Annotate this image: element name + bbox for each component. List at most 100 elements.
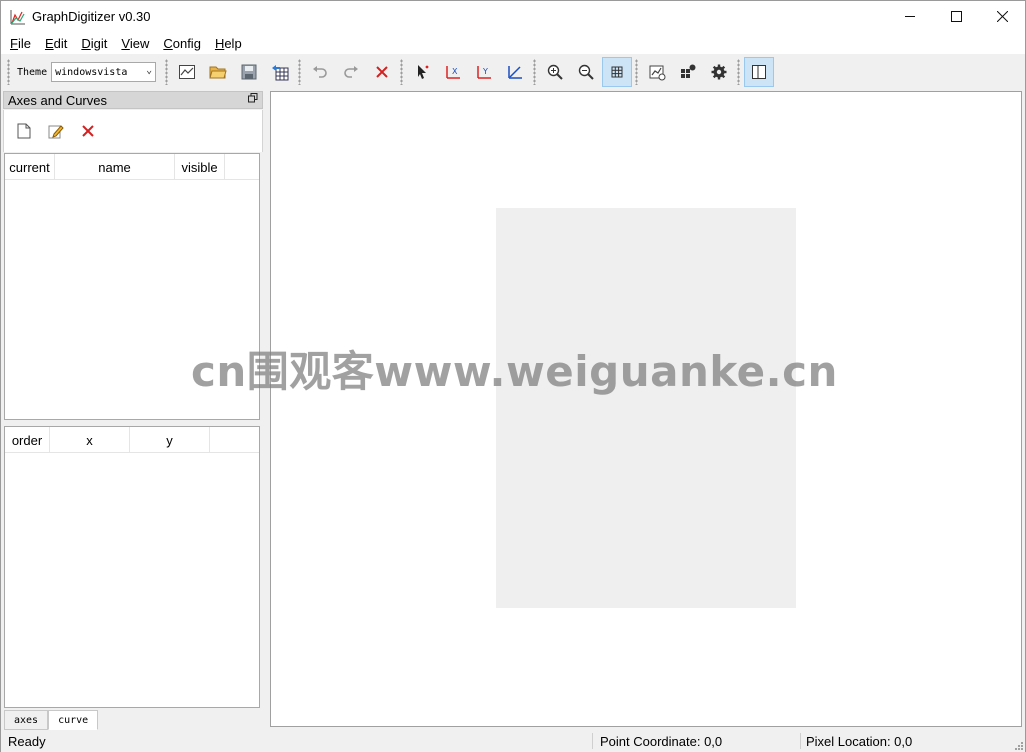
menu-digit-rest: igit — [90, 35, 108, 51]
menu-file[interactable]: File — [5, 36, 36, 51]
theme-label: Theme — [17, 66, 48, 78]
dock-title: Axes and Curves — [8, 92, 107, 108]
new-curve-button[interactable] — [12, 119, 36, 143]
image-page[interactable] — [496, 208, 796, 608]
grid-toggle-button[interactable] — [601, 57, 632, 87]
menu-config[interactable]: Config — [158, 36, 206, 51]
zoom-in-button[interactable] — [540, 57, 570, 87]
theme-select-value: windowsvista — [55, 66, 128, 78]
window-title: GraphDigitizer v0.30 — [32, 9, 151, 24]
chevron-down-icon: ⌄ — [146, 65, 153, 76]
delete-icon — [375, 66, 388, 78]
folder-open-icon — [208, 66, 227, 79]
close-button[interactable] — [979, 1, 1025, 32]
window-controls — [887, 1, 1025, 32]
toolbar-grip[interactable] — [400, 59, 404, 85]
column-header-order[interactable]: order — [5, 427, 50, 453]
menu-view[interactable]: View — [116, 36, 154, 51]
delete-button[interactable] — [367, 57, 397, 87]
undo-button[interactable] — [305, 57, 335, 87]
status-ready: Ready — [8, 734, 46, 749]
tab-axes[interactable]: axes — [4, 710, 49, 730]
dock-tabs: axes curve — [4, 710, 99, 730]
chart-settings-button[interactable] — [642, 57, 672, 87]
axis-xy-icon — [507, 66, 522, 79]
redo-button[interactable] — [336, 57, 366, 87]
settings-button[interactable] — [704, 57, 734, 87]
xy-axis-button[interactable] — [500, 57, 530, 87]
toolbar-grip[interactable] — [737, 59, 741, 85]
gear-icon — [711, 64, 727, 80]
close-icon — [996, 11, 1008, 22]
column-header-visible[interactable]: visible — [175, 154, 225, 180]
menu-file-rest: ile — [17, 35, 31, 51]
select-tool-button[interactable] — [407, 57, 437, 87]
main-window: GraphDigitizer v0.30 File Edit Digit Vie… — [0, 0, 1026, 752]
app-logo-icon — [10, 9, 25, 24]
svg-text:X: X — [452, 67, 458, 76]
plugin-button[interactable] — [673, 57, 703, 87]
chart-settings-icon — [649, 65, 666, 81]
redo-icon — [343, 66, 358, 78]
menu-config-mnemonic: C — [163, 35, 173, 51]
toolbar-grip[interactable] — [533, 59, 537, 85]
new-graph-button[interactable] — [172, 57, 202, 87]
grid-icon — [611, 66, 623, 78]
menu-help-rest: elp — [224, 35, 242, 51]
restore-icon[interactable] — [248, 93, 258, 106]
undo-icon — [312, 66, 327, 78]
column-header-name[interactable]: name — [55, 154, 175, 180]
status-pixel-location: Pixel Location: 0,0 — [806, 734, 913, 749]
graph-canvas[interactable] — [270, 91, 1022, 727]
panel-layout-icon — [751, 65, 766, 79]
select-pointer-icon — [417, 65, 429, 79]
menu-help[interactable]: Help — [210, 36, 247, 51]
toolbar-grip[interactable] — [7, 59, 10, 85]
edit-pencil-icon — [48, 125, 64, 139]
menu-edit[interactable]: Edit — [40, 36, 72, 51]
tab-curve[interactable]: curve — [48, 710, 99, 730]
export-button[interactable] — [265, 57, 295, 87]
open-button[interactable] — [203, 57, 233, 87]
edit-curve-button[interactable] — [44, 119, 68, 143]
status-bar: Ready Point Coordinate: 0,0 Pixel Locati… — [1, 730, 1025, 752]
minimize-icon — [904, 16, 915, 17]
x-axis-button[interactable]: X — [438, 57, 468, 87]
column-header-y[interactable]: y — [130, 427, 210, 453]
menu-edit-mnemonic: E — [44, 35, 54, 51]
panel-toggle-button[interactable] — [743, 57, 774, 87]
y-axis-button[interactable]: Y — [469, 57, 499, 87]
save-button[interactable] — [234, 57, 264, 87]
curves-table-header: current name visible — [5, 154, 259, 180]
toolbar-grip[interactable] — [635, 59, 639, 85]
maximize-icon — [950, 11, 962, 22]
toolbar-grip[interactable] — [298, 59, 302, 85]
resize-grip-icon[interactable] — [1013, 740, 1023, 750]
minimize-button[interactable] — [887, 1, 933, 32]
watermark-text: cn围观客www.weiguanke.cn — [191, 347, 838, 396]
new-document-icon — [17, 123, 31, 139]
maximize-button[interactable] — [933, 1, 979, 32]
menu-view-mnemonic: V — [121, 35, 130, 51]
title-bar[interactable]: GraphDigitizer v0.30 — [1, 1, 1025, 32]
delete-curve-button[interactable] — [76, 119, 100, 143]
axis-y-icon: Y — [476, 66, 491, 79]
svg-text:Y: Y — [482, 67, 488, 76]
menu-file-mnemonic: F — [10, 35, 18, 51]
theme-select[interactable]: windowsvista ⌄ — [51, 62, 157, 82]
column-header-x[interactable]: x — [50, 427, 130, 453]
zoom-out-icon — [578, 64, 594, 80]
status-divider — [592, 733, 593, 749]
delete-x-icon — [82, 125, 94, 137]
column-header-current[interactable]: current — [5, 154, 55, 180]
plugin-icon — [680, 64, 696, 78]
save-icon — [241, 64, 257, 80]
menu-digit[interactable]: Digit — [76, 36, 112, 51]
dock-title-bar[interactable]: Axes and Curves — [3, 91, 263, 109]
menu-edit-rest: dit — [53, 35, 68, 51]
points-table-header: order x y — [5, 427, 259, 453]
graph-new-icon — [178, 65, 195, 79]
toolbar-grip[interactable] — [165, 59, 169, 85]
zoom-out-button[interactable] — [571, 57, 601, 87]
points-table[interactable]: order x y — [4, 426, 260, 708]
